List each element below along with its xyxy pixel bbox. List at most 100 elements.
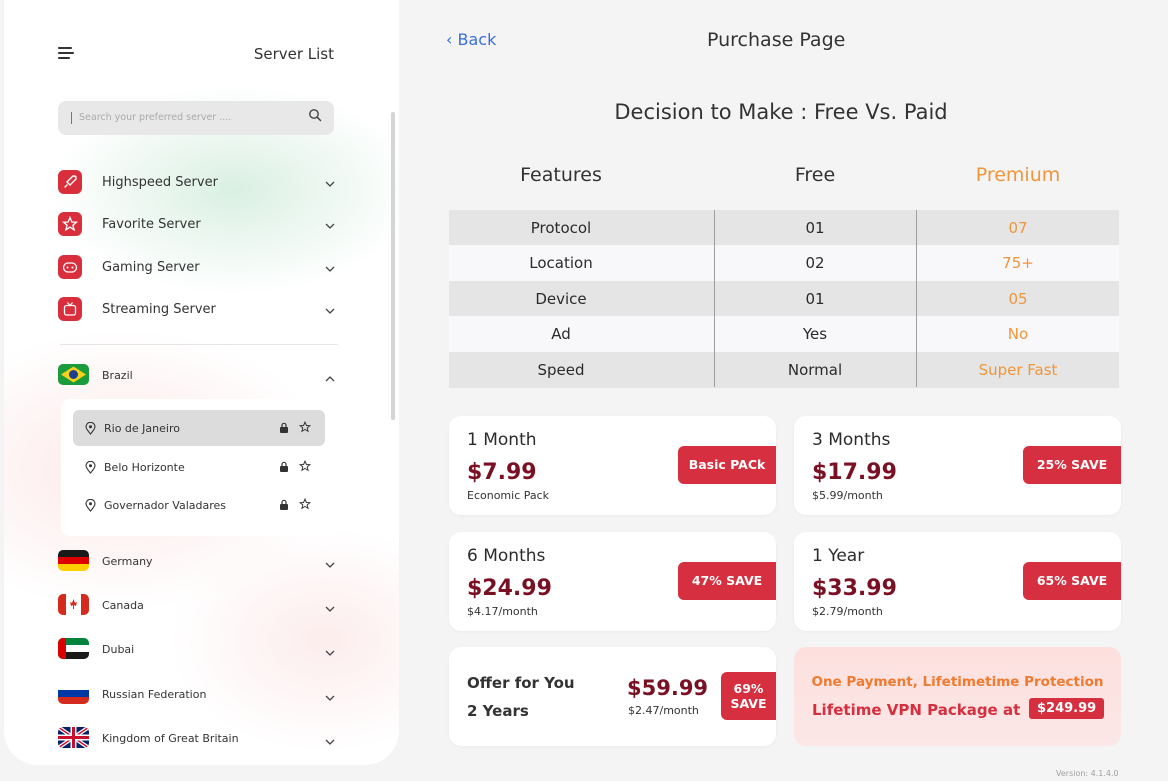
premium-cell: No xyxy=(1007,325,1029,343)
chevron-down-icon[interactable] xyxy=(325,604,335,614)
brazil-flag-icon xyxy=(58,364,89,385)
star-icon[interactable] xyxy=(299,460,311,472)
location-pin-icon xyxy=(85,499,96,512)
table-row: Location 02 75+ xyxy=(449,245,1119,281)
city-item-governador-valadares[interactable]: Governador Valadares xyxy=(73,487,325,523)
category-streaming-server[interactable]: Streaming Server xyxy=(58,297,343,325)
country-label: Germany xyxy=(102,555,153,568)
category-gaming-server[interactable]: Gaming Server xyxy=(58,255,343,283)
country-label: Dubai xyxy=(102,643,135,656)
server-list-panel: Server List Search your preferred server… xyxy=(4,0,399,765)
lifetime-price: $249.99 xyxy=(1029,698,1105,719)
premium-cell: 07 xyxy=(1008,219,1028,237)
plan-price: $7.99 xyxy=(467,460,537,485)
version-text: Version: 4.1.4.0 xyxy=(1056,769,1119,778)
chevron-down-icon[interactable] xyxy=(325,693,335,703)
uk-flag-icon xyxy=(58,727,89,748)
country-dubai[interactable]: Dubai xyxy=(58,638,343,664)
plan-term: 1 Year xyxy=(812,546,865,566)
chevron-down-icon[interactable] xyxy=(325,737,335,747)
menu-icon[interactable] xyxy=(58,47,74,61)
location-pin-icon xyxy=(85,461,96,474)
chevron-down-icon[interactable] xyxy=(325,221,335,231)
category-favorite-server[interactable]: Favorite Server xyxy=(58,212,343,240)
feature-cell: Speed xyxy=(537,361,585,379)
plan-card-1-year[interactable]: 1 Year $33.99 $2.79/month 65% SAVE xyxy=(794,532,1121,631)
page-title: Purchase Page xyxy=(707,29,846,51)
offer-title: Offer for You xyxy=(467,674,575,692)
canada-flag-icon xyxy=(58,594,89,615)
offer-badge: 69% SAVE xyxy=(721,672,776,720)
sidebar-scrollbar[interactable] xyxy=(391,112,395,420)
gamepad-icon xyxy=(58,255,82,279)
country-label: Brazil xyxy=(102,369,133,382)
plan-price: $17.99 xyxy=(812,460,897,485)
country-russian-federation[interactable]: Russian Federation xyxy=(58,683,343,709)
category-highspeed-server[interactable]: Highspeed Server xyxy=(58,170,343,198)
divider xyxy=(60,344,338,345)
plan-price: $24.99 xyxy=(467,576,552,601)
plan-term: 3 Months xyxy=(812,430,891,450)
country-kingdom-of-great-britain[interactable]: Kingdom of Great Britain xyxy=(58,727,343,753)
premium-cell: 05 xyxy=(1008,290,1028,308)
column-divider xyxy=(714,210,715,387)
free-cell: Normal xyxy=(787,361,843,379)
category-label: Streaming Server xyxy=(102,302,216,317)
free-cell: 02 xyxy=(805,254,825,272)
free-cell: Yes xyxy=(802,325,828,343)
city-label: Governador Valadares xyxy=(104,499,227,512)
star-icon[interactable] xyxy=(299,498,311,510)
country-canada[interactable]: Canada xyxy=(58,594,343,620)
premium-cell: 75+ xyxy=(1002,254,1034,272)
chevron-down-icon[interactable] xyxy=(325,179,335,189)
chevron-up-icon[interactable] xyxy=(325,374,335,384)
plan-badge: 47% SAVE xyxy=(678,562,776,600)
city-item-belo-horizonte[interactable]: Belo Horizonte xyxy=(73,449,325,485)
chevron-down-icon[interactable] xyxy=(325,648,335,658)
city-label: Rio de Janeiro xyxy=(104,422,180,435)
offer-card-2-years[interactable]: Offer for You 2 Years $59.99 $2.47/month… xyxy=(449,647,776,746)
chevron-down-icon[interactable] xyxy=(325,306,335,316)
plan-card-3-months[interactable]: 3 Months $17.99 $5.99/month 25% SAVE xyxy=(794,416,1121,515)
plan-card-6-months[interactable]: 6 Months $24.99 $4.17/month 47% SAVE xyxy=(449,532,776,631)
country-label: Canada xyxy=(102,599,144,612)
feature-cell: Protocol xyxy=(530,219,592,237)
plan-badge: 65% SAVE xyxy=(1023,562,1121,600)
lifetime-package-card[interactable]: One Payment, Lifetimetime Protection Lif… xyxy=(794,647,1121,746)
premium-cell: Super Fast xyxy=(978,361,1058,379)
plan-badge: Basic PACk xyxy=(678,446,776,484)
city-list: Rio de Janeiro Belo Horizonte Governador… xyxy=(61,399,337,536)
feature-cell: Location xyxy=(529,254,593,272)
table-row: Protocol 01 07 xyxy=(449,210,1119,246)
tv-icon xyxy=(58,297,82,321)
lifetime-tagline: One Payment, Lifetimetime Protection xyxy=(811,674,1104,690)
plan-card-1-month[interactable]: 1 Month $7.99 Economic Pack Basic PACk xyxy=(449,416,776,515)
chevron-down-icon[interactable] xyxy=(325,264,335,274)
star-icon xyxy=(58,212,82,236)
feature-cell: Device xyxy=(535,290,587,308)
category-label: Highspeed Server xyxy=(102,175,218,190)
lifetime-label: Lifetime VPN Package at xyxy=(812,701,1021,719)
search-input[interactable]: Search your preferred server .... xyxy=(58,101,334,135)
uae-flag-icon xyxy=(58,638,89,659)
category-label: Gaming Server xyxy=(102,260,200,275)
column-header-features: Features xyxy=(520,164,602,186)
column-header-free: Free xyxy=(794,164,836,186)
lock-icon xyxy=(280,422,288,433)
city-item-rio-de-janeiro[interactable]: Rio de Janeiro xyxy=(73,410,325,446)
free-cell: 01 xyxy=(805,290,825,308)
table-row: Device 01 05 xyxy=(449,281,1119,317)
star-icon[interactable] xyxy=(299,421,311,433)
server-list-title: Server List xyxy=(253,45,334,63)
search-icon[interactable] xyxy=(308,108,322,122)
country-brazil[interactable]: Brazil xyxy=(58,364,343,390)
country-label: Kingdom of Great Britain xyxy=(102,732,239,745)
lock-icon xyxy=(280,499,288,510)
plan-subtext: $4.17/month xyxy=(467,605,538,618)
location-pin-icon xyxy=(85,422,96,435)
country-germany[interactable]: Germany xyxy=(58,550,343,576)
back-button[interactable]: ‹ Back xyxy=(446,30,496,49)
table-row: Speed Normal Super Fast xyxy=(449,352,1119,388)
chevron-down-icon[interactable] xyxy=(325,560,335,570)
offer-badge-percent: 69% xyxy=(733,681,764,696)
